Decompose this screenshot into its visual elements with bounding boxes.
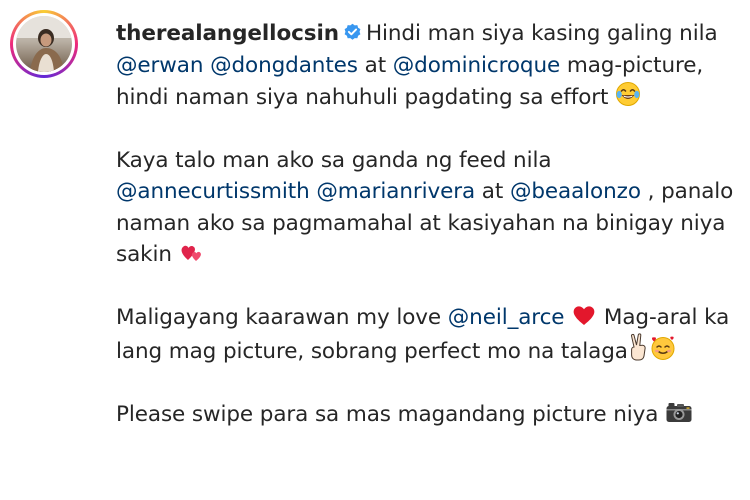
post-caption: therealangellocsin Hindi man siya kasing… (116, 18, 738, 430)
mention-marianrivera[interactable]: @marianrivera (316, 179, 475, 204)
laughing-crying-emoji-icon (616, 82, 641, 106)
caption-text: Kaya talo man ako sa ganda ng feed nila (116, 147, 552, 173)
caption-paragraph-4: Please swipe para sa mas magandang pictu… (116, 399, 738, 431)
caption-text: Hindi man siya kasing galing nila (365, 21, 718, 46)
smiling-face-with-hearts-emoji-icon (651, 336, 675, 360)
caption-paragraph-3: Maligayang kaarawan my love @neil_arce M… (116, 302, 738, 368)
mention-dongdantes[interactable]: @dongdantes (210, 53, 358, 78)
mention-neil-arce[interactable]: @neil_arce (448, 305, 565, 330)
victory-hand-emoji-icon (630, 333, 646, 361)
caption-text: Please swipe para sa mas magandang pictu… (116, 401, 666, 427)
caption-text: at (475, 179, 510, 204)
story-ring[interactable] (10, 10, 78, 78)
instagram-post-caption: therealangellocsin Hindi man siya kasing… (0, 0, 750, 500)
username-link[interactable]: therealangellocsin (116, 21, 339, 46)
mention-beaalonzo[interactable]: @beaalonzo (510, 179, 641, 204)
red-heart-emoji-icon (573, 305, 595, 325)
caption-paragraph-1: therealangellocsin Hindi man siya kasing… (116, 18, 738, 114)
avatar-photo-icon (16, 16, 72, 72)
mention-dominicroque[interactable]: @dominicroque (393, 53, 560, 78)
mention-erwan[interactable]: @erwan (116, 53, 203, 78)
caption-text: Maligayang kaarawan my love (116, 304, 448, 330)
caption-text: at (357, 52, 393, 78)
two-hearts-emoji-icon (181, 245, 201, 261)
caption-paragraph-2: Kaya talo man ako sa ganda ng feed nila … (116, 145, 738, 271)
mention-annecurtissmith[interactable]: @annecurtissmith (116, 179, 310, 204)
verified-badge-icon (344, 23, 361, 40)
camera-emoji-icon (666, 402, 692, 422)
profile-avatar[interactable] (16, 16, 72, 72)
